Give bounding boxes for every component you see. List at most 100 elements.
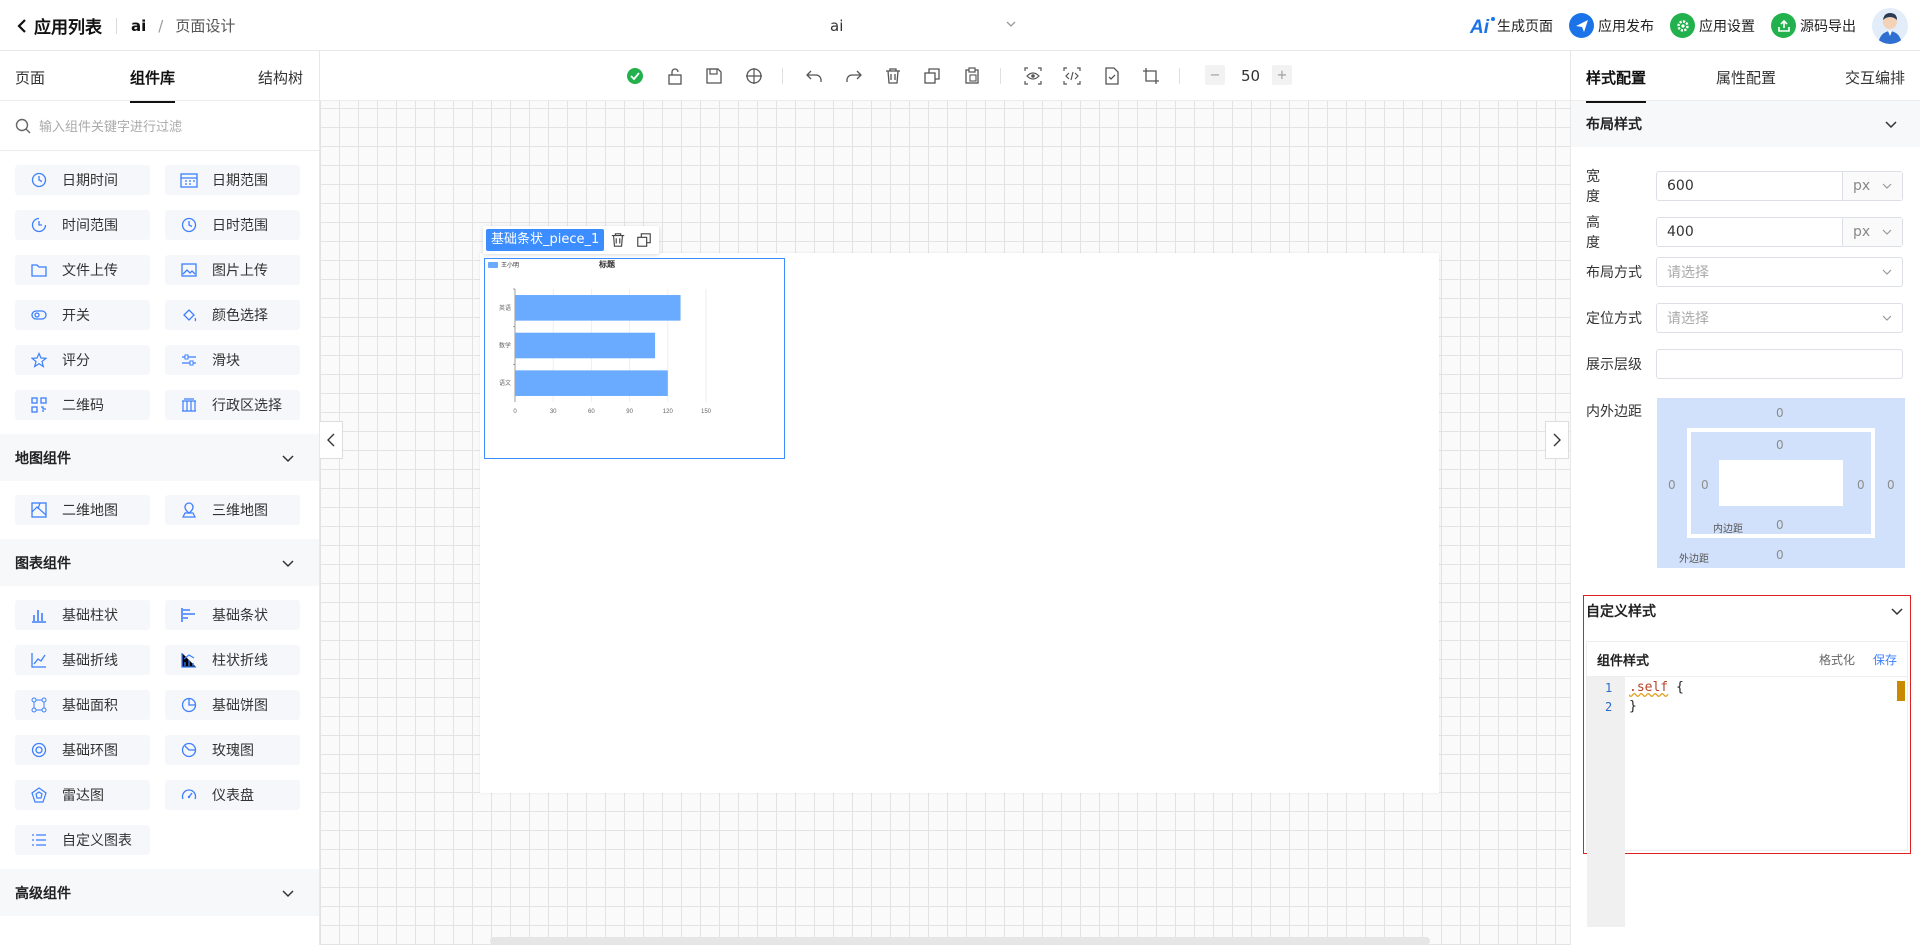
comp-custom-chart[interactable]: 自定义图表	[15, 825, 150, 855]
ai-icon: Ai	[1469, 16, 1495, 37]
height-input[interactable]: 400	[1657, 224, 1842, 240]
right-tabs: 样式配置 属性配置 交互编排	[1571, 51, 1920, 103]
tab-interaction[interactable]: 交互编排	[1845, 67, 1905, 88]
margin-left-value[interactable]: 0	[1668, 478, 1676, 492]
comp-radar[interactable]: 雷达图	[15, 780, 150, 810]
generate-page-button[interactable]: Ai 生成页面	[1469, 15, 1553, 37]
copy-icon[interactable]	[919, 63, 945, 89]
comp-label: 日期范围	[212, 173, 268, 189]
tab-style-config[interactable]: 样式配置	[1586, 67, 1647, 103]
app-settings-button[interactable]: 应用设置	[1670, 13, 1755, 38]
comp-gauge[interactable]: 仪表盘	[165, 780, 300, 810]
horizontal-scrollbar[interactable]	[490, 937, 1430, 945]
delete-icon[interactable]	[880, 63, 906, 89]
height-field[interactable]: 400 px	[1656, 217, 1903, 247]
comp-image-upload[interactable]: 图片上传	[165, 255, 300, 285]
component-search[interactable]: 输入组件关键字进行过滤	[0, 101, 319, 151]
back-button[interactable]: 应用列表	[16, 13, 102, 38]
horizontal-bar-icon	[180, 606, 198, 624]
toggle-icon	[30, 306, 48, 324]
comp-switch[interactable]: 开关	[15, 300, 150, 330]
padding-right-value[interactable]: 0	[1857, 478, 1865, 492]
padding-bottom-value[interactable]: 0	[1776, 518, 1784, 532]
comp-region-select[interactable]: 行政区选择	[165, 390, 300, 420]
comp-day-time-range[interactable]: 日时范围	[165, 210, 300, 240]
undo-icon[interactable]	[801, 63, 827, 89]
code-editor[interactable]: 1 2 .self { }	[1587, 677, 1907, 927]
delete-icon[interactable]	[606, 232, 630, 248]
zindex-input[interactable]	[1656, 349, 1903, 379]
section-map-components[interactable]: 地图组件	[0, 434, 319, 481]
margin-right-value[interactable]: 0	[1887, 478, 1895, 492]
comp-basic-area[interactable]: 基础面积	[15, 690, 150, 720]
design-canvas[interactable]: − 50 + 基础条状_piece_1 0 30 60 90 120 150 英语 数学 语文 标…	[320, 51, 1570, 945]
comp-datetime[interactable]: 日期时间	[15, 165, 150, 195]
comp-basic-line[interactable]: 基础折线	[15, 645, 150, 675]
section-chart-components[interactable]: 图表组件	[0, 539, 319, 586]
divider	[116, 17, 117, 34]
comp-basic-donut[interactable]: 基础环图	[15, 735, 150, 765]
save-icon[interactable]	[701, 63, 727, 89]
search-input[interactable]: 输入组件关键字进行过滤	[39, 116, 182, 135]
comp-qrcode[interactable]: 二维码	[15, 390, 150, 420]
collapse-right-button[interactable]	[1545, 421, 1569, 459]
comp-color-picker[interactable]: 颜色选择	[165, 300, 300, 330]
tab-structure-tree[interactable]: 结构树	[258, 67, 303, 88]
format-button[interactable]: 格式化	[1819, 651, 1855, 668]
comp-label: 基础饼图	[212, 698, 268, 714]
comp-basic-pie[interactable]: 基础饼图	[165, 690, 300, 720]
breadcrumb: 应用列表 ai / 页面设计	[16, 0, 235, 51]
target-icon[interactable]	[741, 63, 767, 89]
tab-page[interactable]: 页面	[15, 67, 45, 88]
comp-2d-map[interactable]: 二维地图	[15, 495, 150, 525]
comp-column-line[interactable]: 柱状折线	[165, 645, 300, 675]
file-check-icon[interactable]	[1099, 63, 1125, 89]
layout-mode-select[interactable]: 请选择	[1656, 257, 1903, 287]
export-source-button[interactable]: 源码导出	[1771, 13, 1856, 38]
comp-3d-map[interactable]: 三维地图	[165, 495, 300, 525]
publish-button[interactable]: 应用发布	[1569, 13, 1654, 38]
preview-icon[interactable]	[1020, 63, 1046, 89]
save-button[interactable]: 保存	[1873, 651, 1897, 668]
height-unit-select[interactable]: px	[1842, 218, 1902, 246]
tab-property-config[interactable]: 属性配置	[1716, 67, 1776, 88]
comp-date-range[interactable]: 日期范围	[165, 165, 300, 195]
unlock-icon[interactable]	[662, 63, 688, 89]
comp-slider[interactable]: 滑块	[165, 345, 300, 375]
comp-time-range[interactable]: 时间范围	[15, 210, 150, 240]
crop-icon[interactable]	[1138, 63, 1164, 89]
section-advanced-components[interactable]: 高级组件	[0, 869, 319, 916]
margin-top-value[interactable]: 0	[1776, 406, 1784, 420]
width-input[interactable]: 600	[1657, 178, 1842, 194]
redo-icon[interactable]	[841, 63, 867, 89]
zoom-out-button[interactable]: −	[1205, 65, 1225, 85]
copy-icon[interactable]	[632, 232, 656, 248]
collapse-left-button[interactable]	[320, 421, 343, 459]
section-layout-style[interactable]: 布局样式	[1571, 101, 1920, 147]
width-field[interactable]: 600 px	[1656, 171, 1903, 201]
code-line[interactable]: }	[1629, 699, 1637, 714]
comp-basic-bar[interactable]: 基础条状	[165, 600, 300, 630]
position-select[interactable]: 请选择	[1656, 303, 1903, 333]
comp-rose[interactable]: 玫瑰图	[165, 735, 300, 765]
code-icon[interactable]	[1059, 63, 1085, 89]
padding-top-value[interactable]: 0	[1776, 438, 1784, 452]
section-custom-style[interactable]: 自定义样式	[1584, 596, 1910, 626]
padding-left-value[interactable]: 0	[1701, 478, 1709, 492]
bar-chart-component[interactable]: 0 30 60 90 120 150 英语 数学 语文 标题 王小明	[484, 258, 785, 459]
code-line[interactable]: .self {	[1629, 680, 1684, 695]
map-icon	[30, 501, 48, 519]
avatar[interactable]	[1872, 7, 1908, 44]
width-unit-select[interactable]: px	[1842, 172, 1902, 200]
comp-rating[interactable]: 评分	[15, 345, 150, 375]
paste-icon[interactable]	[959, 63, 985, 89]
margin-label: 外边距	[1679, 554, 1709, 565]
tab-components[interactable]: 组件库	[130, 67, 176, 103]
check-icon[interactable]	[622, 63, 648, 89]
margin-bottom-value[interactable]: 0	[1776, 548, 1784, 562]
page-selector[interactable]: ai	[830, 0, 1030, 51]
app-name[interactable]: ai	[131, 17, 146, 35]
comp-file-upload[interactable]: 文件上传	[15, 255, 150, 285]
zoom-in-button[interactable]: +	[1272, 65, 1292, 85]
comp-basic-column[interactable]: 基础柱状	[15, 600, 150, 630]
